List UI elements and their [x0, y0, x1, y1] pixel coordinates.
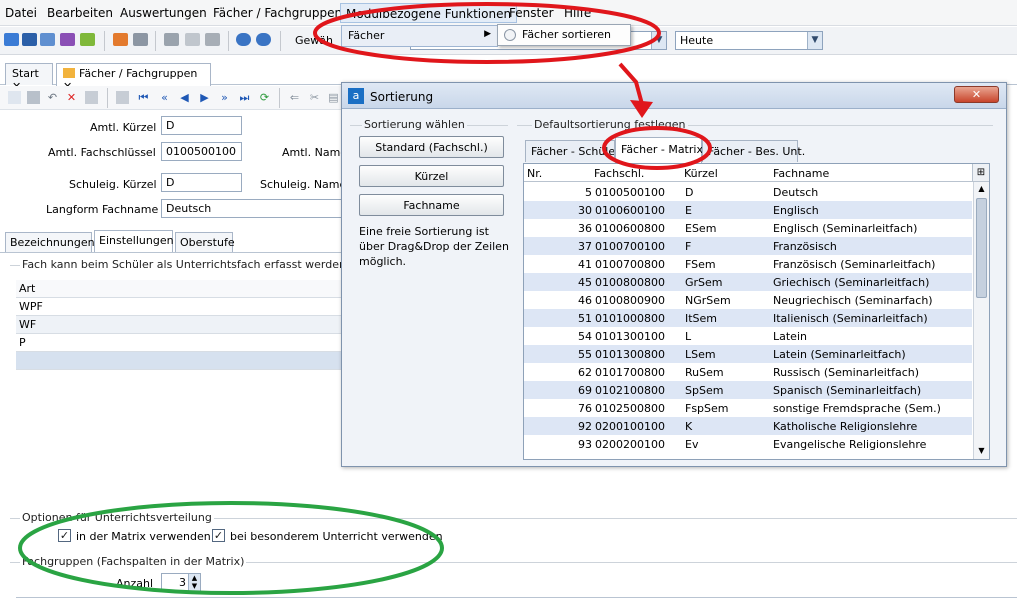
red-ellipse-menu — [313, 2, 661, 64]
red-arrow-line — [618, 62, 644, 105]
annotation-overlay — [18, 2, 712, 595]
green-ellipse-options — [18, 501, 444, 595]
red-ellipse-tab — [602, 126, 712, 170]
red-arrow-head-icon — [630, 100, 653, 118]
